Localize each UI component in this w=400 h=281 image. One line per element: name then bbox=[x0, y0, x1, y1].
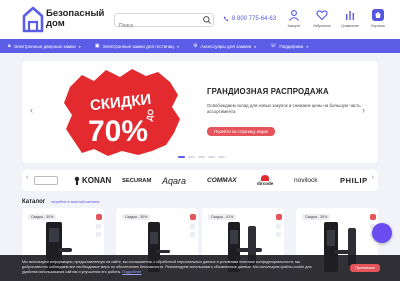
account-label: Аккаунт bbox=[287, 24, 301, 28]
color-swatch[interactable] bbox=[96, 232, 101, 237]
nav-item-label: Электронные дверные замки bbox=[13, 43, 76, 49]
chat-button[interactable] bbox=[372, 223, 392, 243]
color-swatch[interactable] bbox=[96, 224, 101, 229]
catalog-link[interactable]: перейти в полный каталог bbox=[51, 199, 100, 204]
discount-badge: Скидка - 41% bbox=[208, 214, 237, 220]
catalog-header: Каталог перейти в полный каталог bbox=[22, 199, 100, 205]
support-icon: ☏ bbox=[270, 43, 277, 49]
sale-graphic: СКИДКИ ДО 70% bbox=[64, 69, 180, 156]
compare-icon bbox=[346, 11, 354, 20]
brand-label: dircode bbox=[257, 181, 274, 186]
brand-label: Aqara bbox=[162, 175, 187, 186]
search-box[interactable] bbox=[114, 13, 214, 32]
chevron-left-icon[interactable]: ‹ bbox=[26, 174, 28, 181]
color-swatch[interactable] bbox=[190, 232, 195, 237]
nav-item-label: Электронные замки для гостиниц bbox=[102, 43, 175, 49]
slider-dot[interactable] bbox=[218, 156, 225, 158]
cookie-message: Мы используем информацию, предоставленну… bbox=[22, 260, 312, 275]
main-nav: 🔒︎ Электронные дверные замки ▾ ▣ Электро… bbox=[0, 39, 400, 53]
brand-commax[interactable]: COMMAX bbox=[207, 170, 237, 191]
chevron-down-icon: ▾ bbox=[254, 43, 257, 49]
favorites-label: Избранное bbox=[313, 24, 331, 28]
search-icon[interactable] bbox=[202, 15, 212, 25]
promo-banner: ‹ › СКИДКИ ДО 70% ГРАНДИОЗНАЯ РАСПРОДАЖА… bbox=[22, 61, 378, 163]
cookie-banner: Мы используем информацию, предоставленну… bbox=[0, 255, 400, 281]
cookie-more-link[interactable]: Подробнее bbox=[122, 270, 141, 274]
slider-dot[interactable] bbox=[198, 156, 205, 158]
nav-item-door-locks[interactable]: 🔒︎ Электронные дверные замки ▾ bbox=[8, 43, 81, 49]
phone-link[interactable]: 8 800 775-64-63 bbox=[223, 16, 276, 22]
slider-dots bbox=[178, 156, 225, 158]
slider-dot[interactable] bbox=[188, 156, 195, 158]
brand-novilock[interactable]: novilock bbox=[294, 170, 317, 191]
favorites-button[interactable]: Избранное bbox=[311, 9, 333, 28]
chevron-down-icon: ▾ bbox=[78, 43, 81, 49]
hotel-icon: ▣ bbox=[94, 43, 100, 49]
house-logo-icon bbox=[22, 6, 44, 33]
nav-item-support[interactable]: ☏ Поддержка ▾ bbox=[270, 43, 308, 49]
nav-item-label: Поддержка bbox=[279, 43, 304, 49]
brand-dircode[interactable]: dircode bbox=[257, 170, 273, 191]
account-icon bbox=[289, 10, 299, 21]
logo-text: Безопасный дом bbox=[46, 8, 105, 29]
brand-philips[interactable]: PHILIPS bbox=[340, 170, 368, 191]
cart-icon bbox=[372, 9, 384, 21]
header-actions: Аккаунт Избранное Сравнение Корзина bbox=[283, 9, 389, 28]
catalog-title: Каталог bbox=[22, 199, 46, 205]
color-swatch[interactable] bbox=[190, 224, 195, 229]
nav-item-hotel-locks[interactable]: ▣ Электронные замки для гостиниц ▾ bbox=[95, 43, 179, 49]
brand-label: PHILIPS bbox=[340, 176, 368, 185]
discount-badge: Скидка - 30% bbox=[28, 214, 57, 220]
brand-securam[interactable]: SECURAM bbox=[122, 170, 151, 191]
color-swatch[interactable] bbox=[276, 232, 281, 237]
cookie-text: Мы используем информацию, предоставленну… bbox=[22, 260, 327, 276]
compare-button[interactable]: Сравнение bbox=[339, 9, 361, 28]
promo-button[interactable]: Перейти на страницу акции bbox=[207, 127, 275, 136]
nav-item-accessories[interactable]: ⚙ Аксессуары для замков ▾ bbox=[193, 43, 256, 49]
promo-text: Освобождаем склад для новых закупок и сн… bbox=[207, 103, 361, 114]
brand-konan[interactable]: KONAN bbox=[74, 170, 111, 191]
color-swatch[interactable] bbox=[276, 224, 281, 229]
play-icon[interactable] bbox=[370, 214, 376, 220]
play-icon[interactable] bbox=[276, 214, 282, 220]
account-button[interactable]: Аккаунт bbox=[283, 9, 305, 28]
discount-badge: Скидка - 30% bbox=[302, 214, 331, 220]
search-input[interactable] bbox=[115, 20, 201, 32]
play-icon[interactable] bbox=[190, 214, 196, 220]
heart-icon bbox=[316, 10, 328, 21]
chevron-down-icon: ▾ bbox=[177, 43, 180, 49]
promo-title: ГРАНДИОЗНАЯ РАСПРОДАЖА bbox=[207, 87, 329, 96]
nav-item-label: Аксессуары для замков bbox=[200, 43, 252, 49]
logo[interactable]: Безопасный дом bbox=[22, 5, 110, 35]
chevron-down-icon: ▾ bbox=[306, 43, 309, 49]
slider-dot[interactable] bbox=[208, 156, 215, 158]
brand-label: KONAN bbox=[82, 176, 112, 185]
compare-label: Сравнение bbox=[341, 24, 359, 28]
brand-label: novilock bbox=[294, 177, 318, 184]
discount-badge: Скидка - 30% bbox=[122, 214, 151, 220]
slider-dot[interactable] bbox=[178, 156, 185, 158]
konan-logo-icon bbox=[74, 176, 80, 185]
play-icon[interactable] bbox=[96, 214, 102, 220]
site-header: Безопасный дом 8 800 775-64-63 Аккаунт И… bbox=[0, 0, 400, 39]
chevron-right-icon[interactable]: › bbox=[372, 174, 374, 181]
brand-label: COMMAX bbox=[207, 177, 237, 184]
phone-number: 8 800 775-64-63 bbox=[232, 16, 277, 22]
brand-placeholder[interactable] bbox=[34, 170, 58, 191]
lock-icon: 🔒︎ bbox=[8, 43, 11, 49]
chevron-left-icon[interactable]: ‹ bbox=[30, 105, 38, 117]
sale-percent: 70% bbox=[88, 115, 148, 148]
cart-button[interactable]: Корзина bbox=[367, 9, 389, 28]
brand-aqara[interactable]: Aqara bbox=[162, 170, 186, 191]
accessory-icon: ⚙ bbox=[193, 43, 198, 49]
cart-label: Корзина bbox=[371, 24, 385, 28]
phone-icon bbox=[223, 16, 229, 22]
brand-label: SECURAM bbox=[122, 177, 152, 184]
brands-strip: ‹ KONAN SECURAM Aqara COMMAX dircode nov… bbox=[22, 170, 378, 191]
cookie-accept-button[interactable]: Принимаю bbox=[350, 264, 380, 272]
